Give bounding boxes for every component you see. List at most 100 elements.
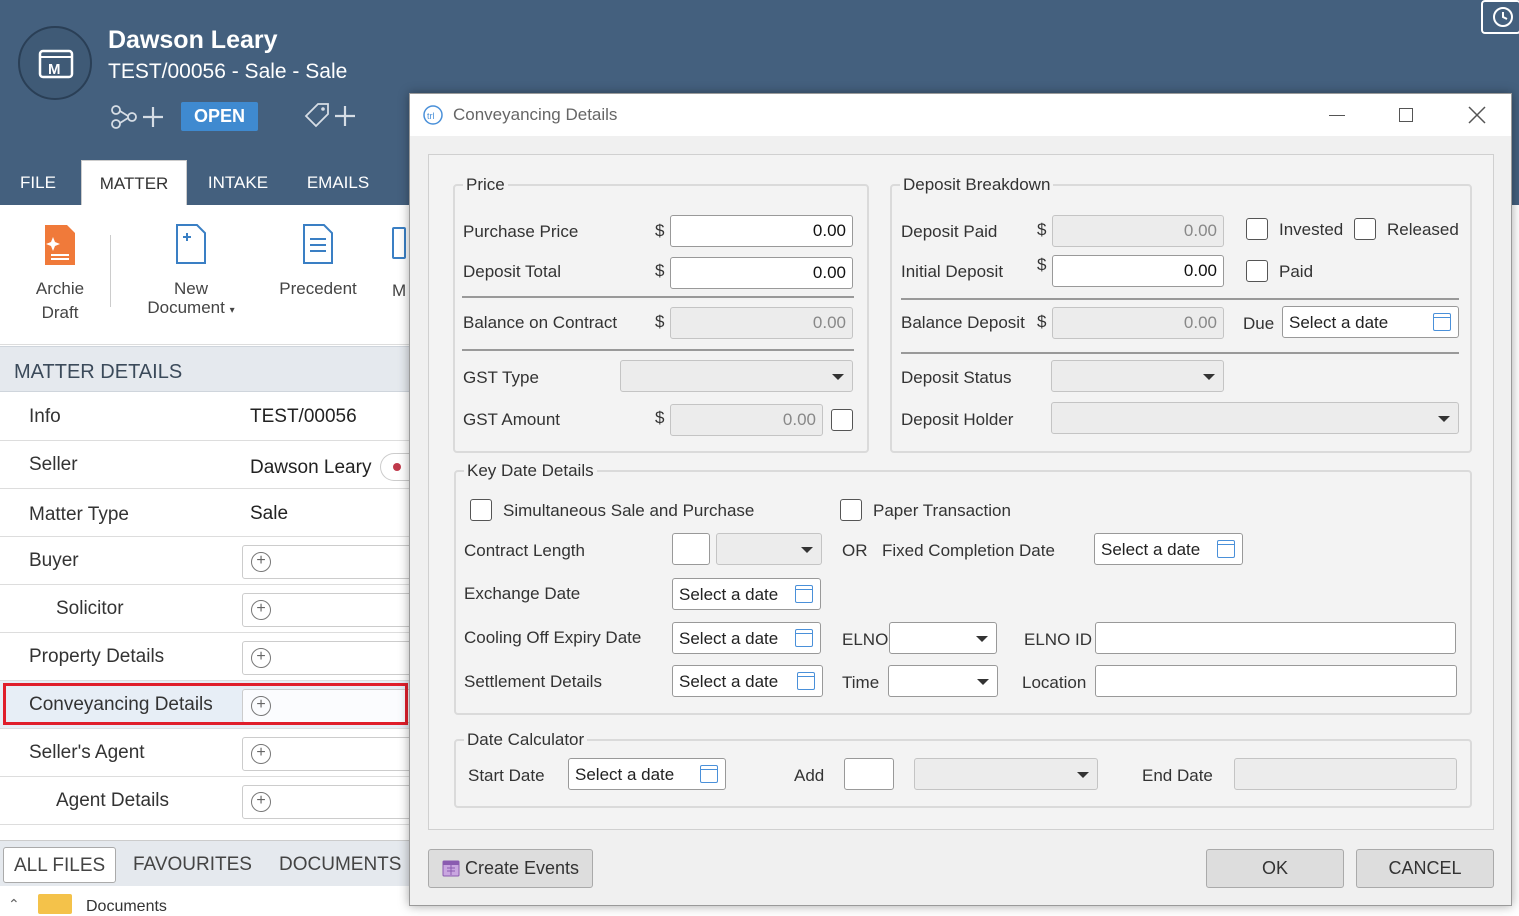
paper-transaction-label: Paper Transaction: [873, 501, 1011, 520]
deposit-total-label: Deposit Total: [463, 262, 561, 281]
add-tag-icon[interactable]: [302, 102, 362, 130]
location-input[interactable]: [1095, 665, 1457, 697]
time-select[interactable]: [888, 665, 998, 697]
matter-row-conveyancing-details[interactable]: Conveyancing Details +: [0, 681, 412, 729]
due-label: Due: [1243, 314, 1275, 333]
status-badge[interactable]: OPEN: [181, 102, 258, 131]
add-icon: +: [251, 648, 271, 668]
tab-all-files[interactable]: ALL FILES: [3, 847, 117, 883]
row-value: Dawson Leary: [250, 457, 372, 478]
matter-row-property-details[interactable]: Property Details +: [0, 633, 412, 681]
add-unit-select[interactable]: [914, 758, 1098, 790]
chevron-down-icon: [832, 374, 844, 380]
calendar-icon[interactable]: [1433, 313, 1451, 331]
matter-row-buyer[interactable]: Buyer +: [0, 537, 412, 585]
matter-row-info[interactable]: Info TEST/00056: [0, 393, 410, 441]
create-events-button[interactable]: Create Events: [428, 849, 593, 888]
deposit-status-label: Deposit Status: [901, 368, 1012, 387]
gst-checkbox[interactable]: [831, 409, 853, 431]
tab-file[interactable]: FILE: [0, 160, 76, 206]
start-date-label: Start Date: [468, 766, 545, 785]
add-amount-input[interactable]: [844, 758, 894, 790]
deposit-status-select[interactable]: [1051, 360, 1224, 392]
add-label: Add: [794, 766, 825, 785]
add-buyer-field[interactable]: +: [242, 545, 412, 579]
files-tab-bar: ALL FILES FAVOURITES DOCUMENTS: [0, 840, 410, 886]
settlement-date-picker[interactable]: Select a date: [672, 665, 823, 697]
contract-length-input[interactable]: [672, 533, 710, 565]
paid-checkbox[interactable]: [1246, 260, 1268, 282]
precedent-label: Precedent: [279, 279, 357, 298]
start-date-picker[interactable]: Select a date: [568, 758, 726, 790]
add-solicitor-field[interactable]: +: [242, 593, 412, 627]
tab-favourites[interactable]: FAVOURITES: [133, 847, 252, 883]
deposit-holder-select[interactable]: [1051, 402, 1459, 434]
matter-row-matter-type[interactable]: Matter Type Sale: [0, 489, 410, 537]
new-doc-label-2: Document: [147, 298, 225, 317]
due-date-picker[interactable]: Select a date: [1282, 306, 1459, 338]
released-checkbox[interactable]: [1354, 218, 1376, 240]
close-icon[interactable]: [1466, 104, 1488, 126]
calendar-icon[interactable]: [797, 672, 815, 690]
exchange-date-label: Exchange Date: [464, 584, 581, 603]
fixed-completion-date-picker[interactable]: Select a date: [1094, 533, 1243, 565]
elno-id-input[interactable]: [1095, 622, 1456, 654]
clock-icon[interactable]: [1481, 0, 1519, 34]
precedent-button[interactable]: Precedent: [272, 223, 364, 298]
cancel-button[interactable]: CANCEL: [1356, 849, 1494, 888]
ok-button[interactable]: OK: [1206, 849, 1344, 888]
add-property-field[interactable]: +: [242, 641, 412, 675]
invested-checkbox[interactable]: [1246, 218, 1268, 240]
ribbon-clipped-button[interactable]: M: [392, 227, 410, 300]
elno-select[interactable]: [889, 622, 997, 654]
clipped-icon: [392, 227, 406, 259]
initial-deposit-label: Initial Deposit: [901, 262, 1004, 281]
paper-transaction-checkbox[interactable]: [840, 499, 862, 521]
deposit-paid-input: 0.00: [1052, 215, 1224, 247]
calendar-icon[interactable]: [795, 629, 813, 647]
balance-input: 0.00: [670, 307, 853, 339]
balance-deposit-label: Balance Deposit: [901, 313, 1025, 332]
collapse-arrow-icon[interactable]: ⌃: [8, 896, 20, 913]
tab-intake[interactable]: INTAKE: [192, 160, 284, 206]
tab-emails[interactable]: EMAILS: [290, 160, 386, 206]
exchange-date-picker[interactable]: Select a date: [672, 578, 821, 610]
date-placeholder: Select a date: [679, 585, 779, 604]
calendar-icon[interactable]: [700, 765, 718, 783]
simultaneous-checkbox[interactable]: [470, 499, 492, 521]
contract-length-unit-select[interactable]: [716, 533, 822, 565]
seller-chip[interactable]: [380, 453, 410, 481]
archie-draft-button[interactable]: Archie Draft: [20, 223, 100, 322]
add-agent-field[interactable]: +: [242, 737, 412, 771]
maximize-icon[interactable]: [1395, 104, 1417, 126]
date-placeholder: Select a date: [1101, 540, 1201, 559]
currency-symbol: $: [655, 312, 665, 331]
calendar-icon: [442, 860, 460, 877]
dropdown-caret-icon: ▾: [229, 305, 235, 316]
calendar-icon[interactable]: [1217, 540, 1235, 558]
deposit-legend: Deposit Breakdown: [903, 175, 1051, 194]
tab-documents[interactable]: DOCUMENTS: [279, 847, 401, 883]
matter-row-agent-details[interactable]: Agent Details +: [0, 777, 412, 825]
matter-row-seller[interactable]: Seller Dawson Leary: [0, 441, 410, 489]
new-document-button[interactable]: New Document ▾: [136, 223, 246, 320]
gst-type-select[interactable]: [620, 360, 853, 392]
end-date-output: [1234, 758, 1457, 790]
balance-label: Balance on Contract: [463, 313, 618, 332]
documents-folder-row[interactable]: ⌃ Documents: [0, 886, 410, 915]
deposit-total-input[interactable]: 0.00: [670, 257, 853, 289]
cooling-off-date-picker[interactable]: Select a date: [672, 622, 821, 654]
currency-symbol: $: [655, 408, 665, 427]
matter-logo-icon: M: [18, 26, 92, 100]
matter-row-sellers-agent[interactable]: Seller's Agent +: [0, 729, 412, 777]
simultaneous-label: Simultaneous Sale and Purchase: [503, 501, 755, 520]
add-agent-details-field[interactable]: +: [242, 785, 412, 819]
initial-deposit-input[interactable]: 0.00: [1052, 255, 1224, 287]
calendar-icon[interactable]: [795, 585, 813, 603]
minimize-icon[interactable]: [1326, 104, 1348, 126]
tab-matter[interactable]: MATTER: [81, 160, 187, 206]
matter-row-solicitor[interactable]: Solicitor +: [0, 585, 412, 633]
date-placeholder: Select a date: [1289, 313, 1389, 332]
purchase-price-input[interactable]: 0.00: [670, 215, 853, 247]
add-workflow-icon[interactable]: [110, 104, 170, 130]
